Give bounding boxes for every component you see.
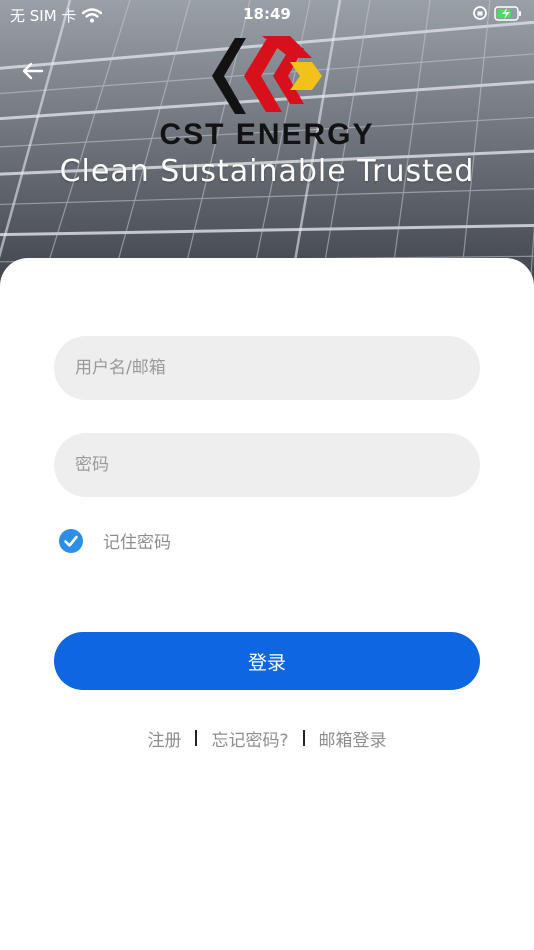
password-field-wrap: [54, 433, 480, 497]
checkbox-checked-icon[interactable]: [59, 528, 83, 553]
link-divider: [195, 730, 198, 746]
hero-banner: 无 SIM 卡 18:49 CST ENERGY Clean Sustainab…: [0, 0, 534, 290]
link-divider: [302, 730, 305, 746]
battery-charging-icon: [494, 5, 521, 21]
status-time: 18:49: [243, 5, 291, 23]
register-link[interactable]: 注册: [147, 726, 181, 751]
back-arrow-icon[interactable]: [18, 56, 48, 86]
status-right: [472, 5, 522, 21]
email-login-link[interactable]: 邮箱登录: [319, 726, 387, 751]
remember-password-label: 记住密码: [103, 533, 171, 553]
username-input[interactable]: [54, 336, 480, 400]
brand-name: CST ENERGY: [159, 118, 375, 151]
remember-password-row: 记住密码: [59, 528, 171, 553]
forgot-password-link[interactable]: 忘记密码?: [211, 726, 288, 751]
login-button[interactable]: 登录: [54, 632, 480, 690]
username-field-wrap: [54, 336, 480, 400]
login-card: 记住密码 登录 注册 忘记密码? 邮箱登录: [0, 258, 534, 950]
brand-tagline: Clean Sustainable Trusted: [59, 154, 475, 189]
login-screen: 无 SIM 卡 18:49 CST ENERGY Clean Sustainab…: [0, 0, 534, 950]
orientation-lock-icon: [473, 6, 487, 20]
auth-links: 注册 忘记密码? 邮箱登录: [0, 726, 534, 751]
status-bar: 无 SIM 卡 18:49: [0, 0, 534, 28]
password-input[interactable]: [54, 433, 480, 497]
